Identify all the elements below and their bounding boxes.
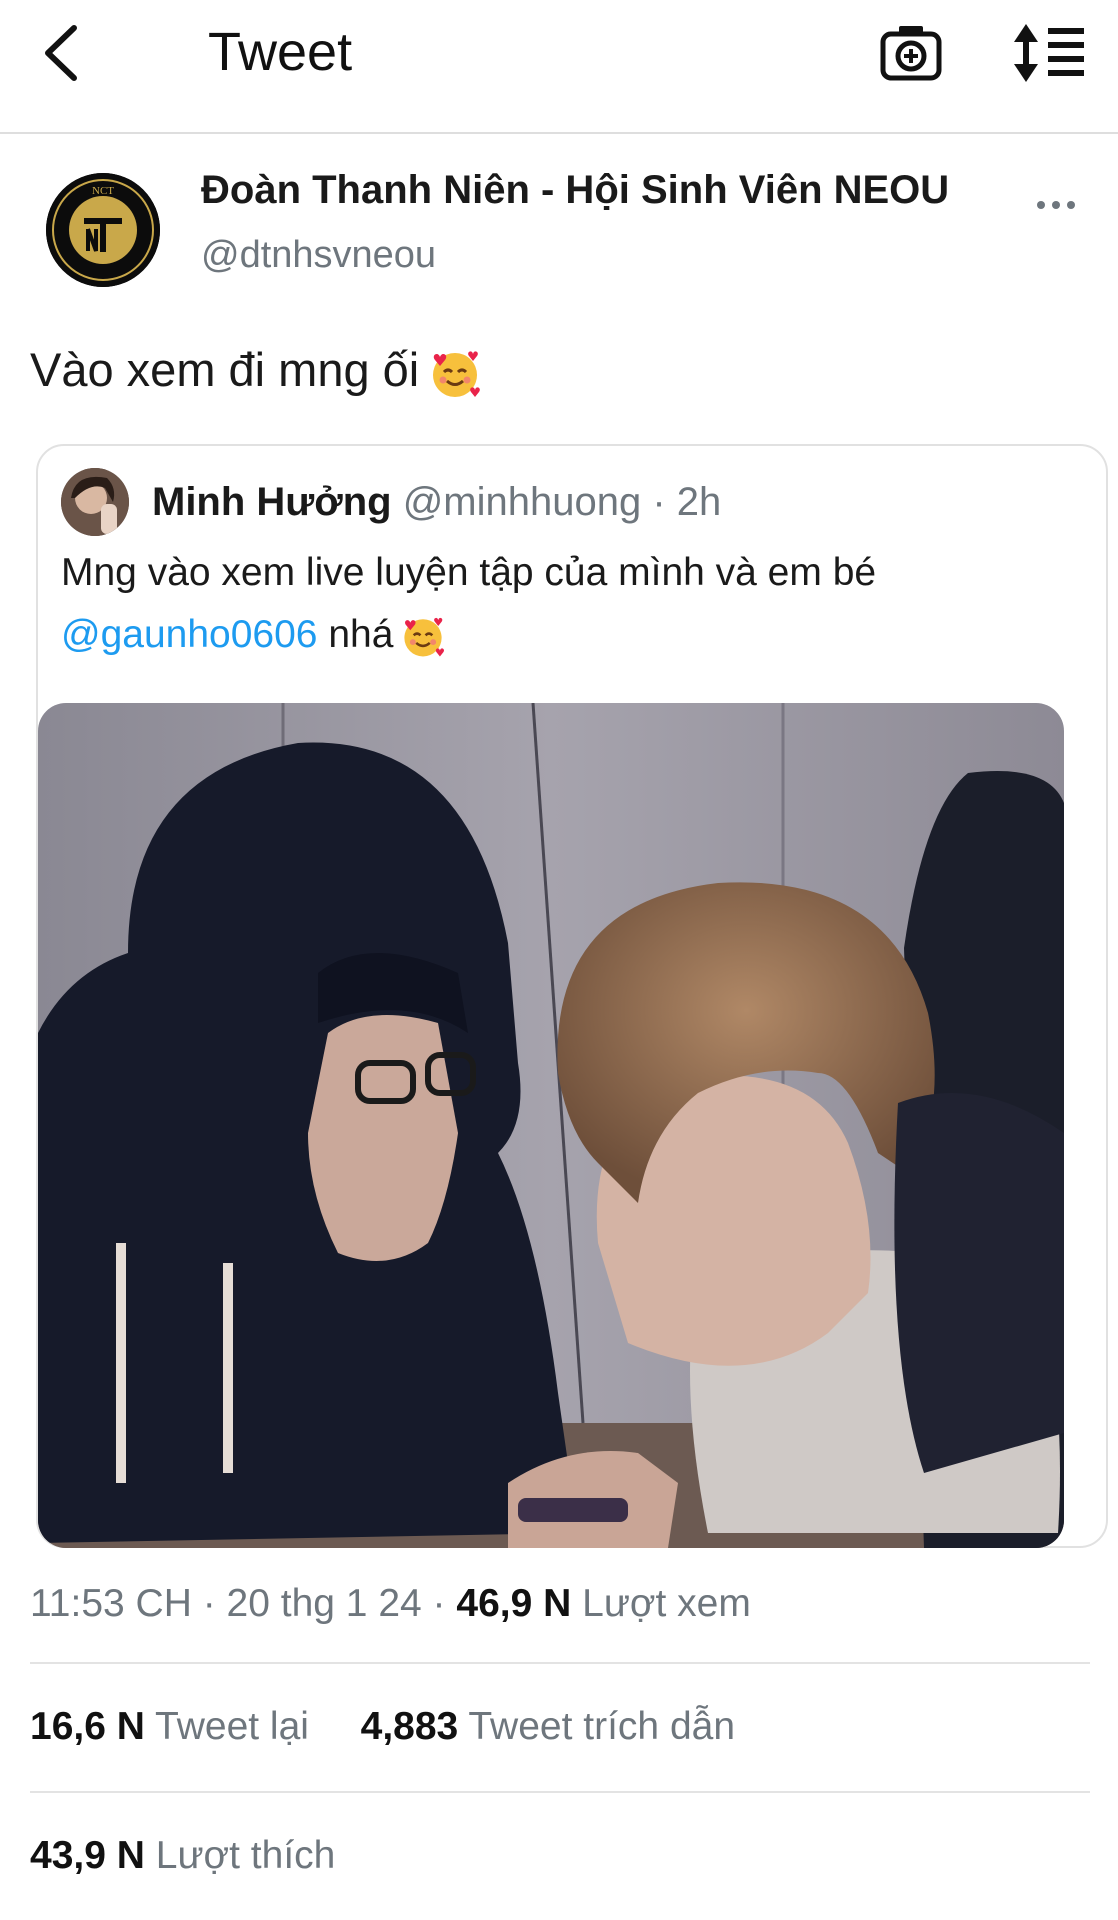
quotes-stat[interactable]: 4,883 Tweet trích dẫn <box>361 1705 735 1748</box>
person-avatar-icon <box>61 468 129 536</box>
smiling-face-with-hearts-icon <box>404 617 445 657</box>
retweets-label: Tweet lại <box>155 1705 309 1748</box>
author-avatar[interactable]: NCT <box>46 173 160 287</box>
quoted-text-line1: Mng vào xem live luyện tập của mình và e… <box>61 551 877 594</box>
quoted-author-handle[interactable]: @minhhuong <box>403 480 642 524</box>
avatar-text: NCT <box>92 185 114 197</box>
quoted-photo[interactable] <box>38 703 1064 1548</box>
retweets-count: 16,6 N <box>30 1705 145 1748</box>
author-name[interactable]: Đoàn Thanh Niên - Hội Sinh Viên NEOU <box>201 164 949 216</box>
quoted-author-avatar[interactable] <box>61 468 129 536</box>
likes-label: Lượt thích <box>155 1834 336 1877</box>
quotes-label: Tweet trích dẫn <box>468 1705 736 1748</box>
quoted-text-line2: @gaunho0606 nhá <box>61 608 445 662</box>
views-count: 46,9 N <box>456 1582 572 1625</box>
likes-stat[interactable]: 43,9 N Lượt thích <box>30 1830 335 1882</box>
quoted-header: Minh Hưởng @minhhuong · 2h <box>152 476 721 528</box>
page-title: Tweet <box>208 22 353 82</box>
tweet-text: Vào xem đi mng ối <box>30 340 481 400</box>
engagement-stats: 16,6 N Tweet lại 4,883 Tweet trích dẫn <box>30 1701 735 1753</box>
camera-plus-icon[interactable] <box>880 22 942 84</box>
nct-logo-icon: NCT <box>46 173 160 287</box>
views-label: Lượt xem <box>582 1582 751 1625</box>
quoted-time: · 2h <box>652 480 722 524</box>
divider <box>30 1662 1090 1664</box>
mention-link[interactable]: @gaunho0606 <box>61 613 318 656</box>
likes-count: 43,9 N <box>30 1834 145 1877</box>
retweets-stat[interactable]: 16,6 N Tweet lại <box>30 1705 320 1748</box>
tweet-meta: 11:53 CH · 20 thg 1 24 · 46,9 N Lượt xem <box>30 1578 751 1630</box>
tweet-timestamp: 11:53 CH · 20 thg 1 24 · <box>30 1582 446 1625</box>
quotes-count: 4,883 <box>360 1705 459 1748</box>
quoted-text-rest: nhá <box>317 613 394 656</box>
sort-list-icon[interactable] <box>1012 22 1086 84</box>
smiling-face-with-hearts-icon <box>433 350 481 397</box>
top-bar <box>0 0 1118 134</box>
photo-illustration <box>38 703 1064 1548</box>
back-icon[interactable] <box>38 22 90 84</box>
author-handle[interactable]: @dtnhsvneou <box>201 230 436 280</box>
divider <box>30 1791 1090 1793</box>
quoted-author-name[interactable]: Minh Hưởng <box>152 480 392 524</box>
tweet-text-content: Vào xem đi mng ối <box>30 343 420 396</box>
more-options-icon[interactable] <box>1036 190 1076 220</box>
